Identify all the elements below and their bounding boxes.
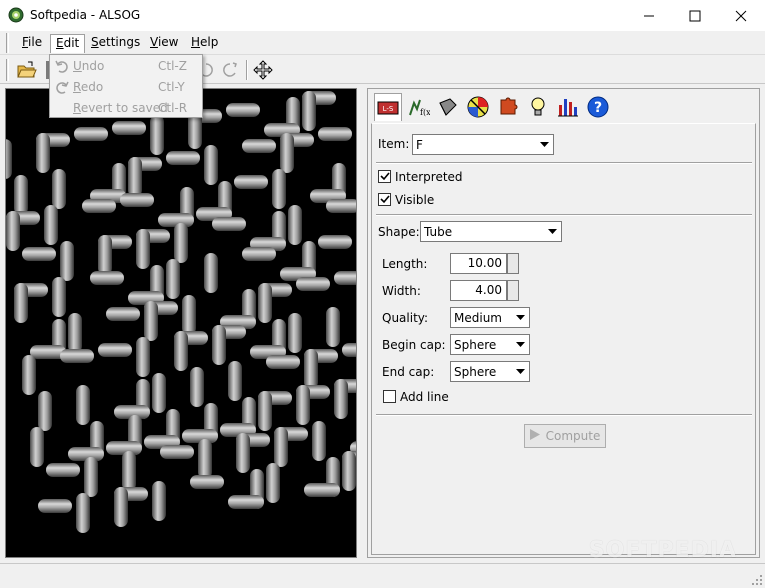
menu-item-revert[interactable]: Revert to saved Ctl-R: [50, 98, 202, 118]
menu-bar: File Edit Settings View Help: [0, 31, 765, 55]
end-cap-select[interactable]: Sphere: [450, 361, 530, 382]
3d-viewport[interactable]: [5, 88, 357, 558]
shape-select[interactable]: Tube: [420, 221, 562, 242]
menu-file[interactable]: File: [17, 34, 47, 53]
chevron-down-icon: [544, 223, 560, 240]
toolbar-grip[interactable]: [6, 59, 9, 81]
app-icon: [8, 7, 24, 23]
chevron-down-icon: [536, 136, 552, 153]
toolbar-separator: [246, 60, 248, 80]
window-title: Softpedia - ALSOG: [30, 8, 141, 22]
length-label: Length:: [382, 257, 428, 271]
properties-panel: L-S f(x) ? Item: F Interpreted: [367, 88, 760, 558]
width-label: Width:: [382, 284, 421, 298]
svg-text:f(x): f(x): [420, 108, 430, 117]
separator: [376, 214, 752, 216]
visible-label: Visible: [395, 193, 435, 207]
menu-view[interactable]: View: [145, 34, 183, 53]
svg-text:?: ?: [594, 100, 602, 116]
title-bar: Softpedia - ALSOG: [0, 0, 765, 31]
status-bar: [0, 563, 765, 588]
close-button[interactable]: [718, 0, 764, 31]
begin-cap-label: Begin cap:: [382, 338, 446, 352]
watermark: SOFTPEDIA: [588, 538, 737, 563]
open-folder-icon[interactable]: [16, 59, 38, 81]
play-icon: [529, 429, 540, 443]
resize-grip-icon[interactable]: [751, 574, 763, 586]
properties-content: Item: F Interpreted Visible Shape: Tube …: [371, 123, 756, 555]
compute-button-label: Compute: [545, 429, 601, 443]
maximize-button[interactable]: [672, 0, 718, 31]
separator: [376, 162, 752, 164]
visible-checkbox[interactable]: [378, 193, 391, 206]
edit-menu-dropdown: Undo Ctl-Z Redo Ctl-Y Revert to saved Ct…: [49, 54, 203, 118]
item-select[interactable]: F: [412, 134, 554, 155]
end-cap-label: End cap:: [382, 365, 435, 379]
menu-edit[interactable]: Edit: [50, 34, 86, 53]
interpreted-label: Interpreted: [395, 170, 463, 184]
quality-label: Quality:: [382, 311, 429, 325]
function-tab-icon[interactable]: f(x): [404, 93, 432, 121]
menu-item-redo[interactable]: Redo Ctl-Y: [50, 77, 202, 97]
rotate-cw-icon[interactable]: [220, 60, 240, 80]
quality-select[interactable]: Medium: [450, 307, 530, 328]
lsystem-tab-icon[interactable]: L-S: [374, 93, 402, 121]
chevron-down-icon: [512, 336, 528, 353]
separator: [376, 414, 752, 416]
svg-text:L-S: L-S: [383, 105, 394, 113]
menu-settings[interactable]: Settings: [86, 34, 145, 53]
menu-item-undo[interactable]: Undo Ctl-Z: [50, 56, 202, 76]
menubar-grip[interactable]: [6, 33, 9, 53]
color-tab-icon[interactable]: [464, 93, 492, 121]
shape-tab-icon[interactable]: [434, 93, 462, 121]
shape-label: Shape:: [378, 225, 420, 239]
compute-button[interactable]: Compute: [524, 424, 606, 448]
puzzle-tab-icon[interactable]: [494, 93, 522, 121]
add-line-checkbox[interactable]: [383, 390, 396, 403]
minimize-button[interactable]: [626, 0, 672, 31]
width-input[interactable]: 4.00: [450, 280, 507, 301]
begin-cap-select[interactable]: Sphere: [450, 334, 530, 355]
item-label: Item:: [378, 137, 410, 151]
move-icon[interactable]: [253, 60, 273, 80]
chevron-down-icon: [512, 363, 528, 380]
add-line-label: Add line: [400, 390, 449, 404]
light-tab-icon[interactable]: [524, 93, 552, 121]
menu-help[interactable]: Help: [186, 34, 223, 53]
help-tab-icon[interactable]: ?: [584, 93, 612, 121]
length-input[interactable]: 10.00: [450, 253, 507, 274]
interpreted-checkbox[interactable]: [378, 170, 391, 183]
undo-icon: [54, 58, 70, 77]
redo-icon: [54, 79, 70, 98]
statistics-tab-icon[interactable]: [554, 93, 582, 121]
length-spinner[interactable]: [507, 253, 519, 274]
width-spinner[interactable]: [507, 280, 519, 301]
hilbert-cube-render: [6, 91, 356, 533]
chevron-down-icon: [512, 309, 528, 326]
